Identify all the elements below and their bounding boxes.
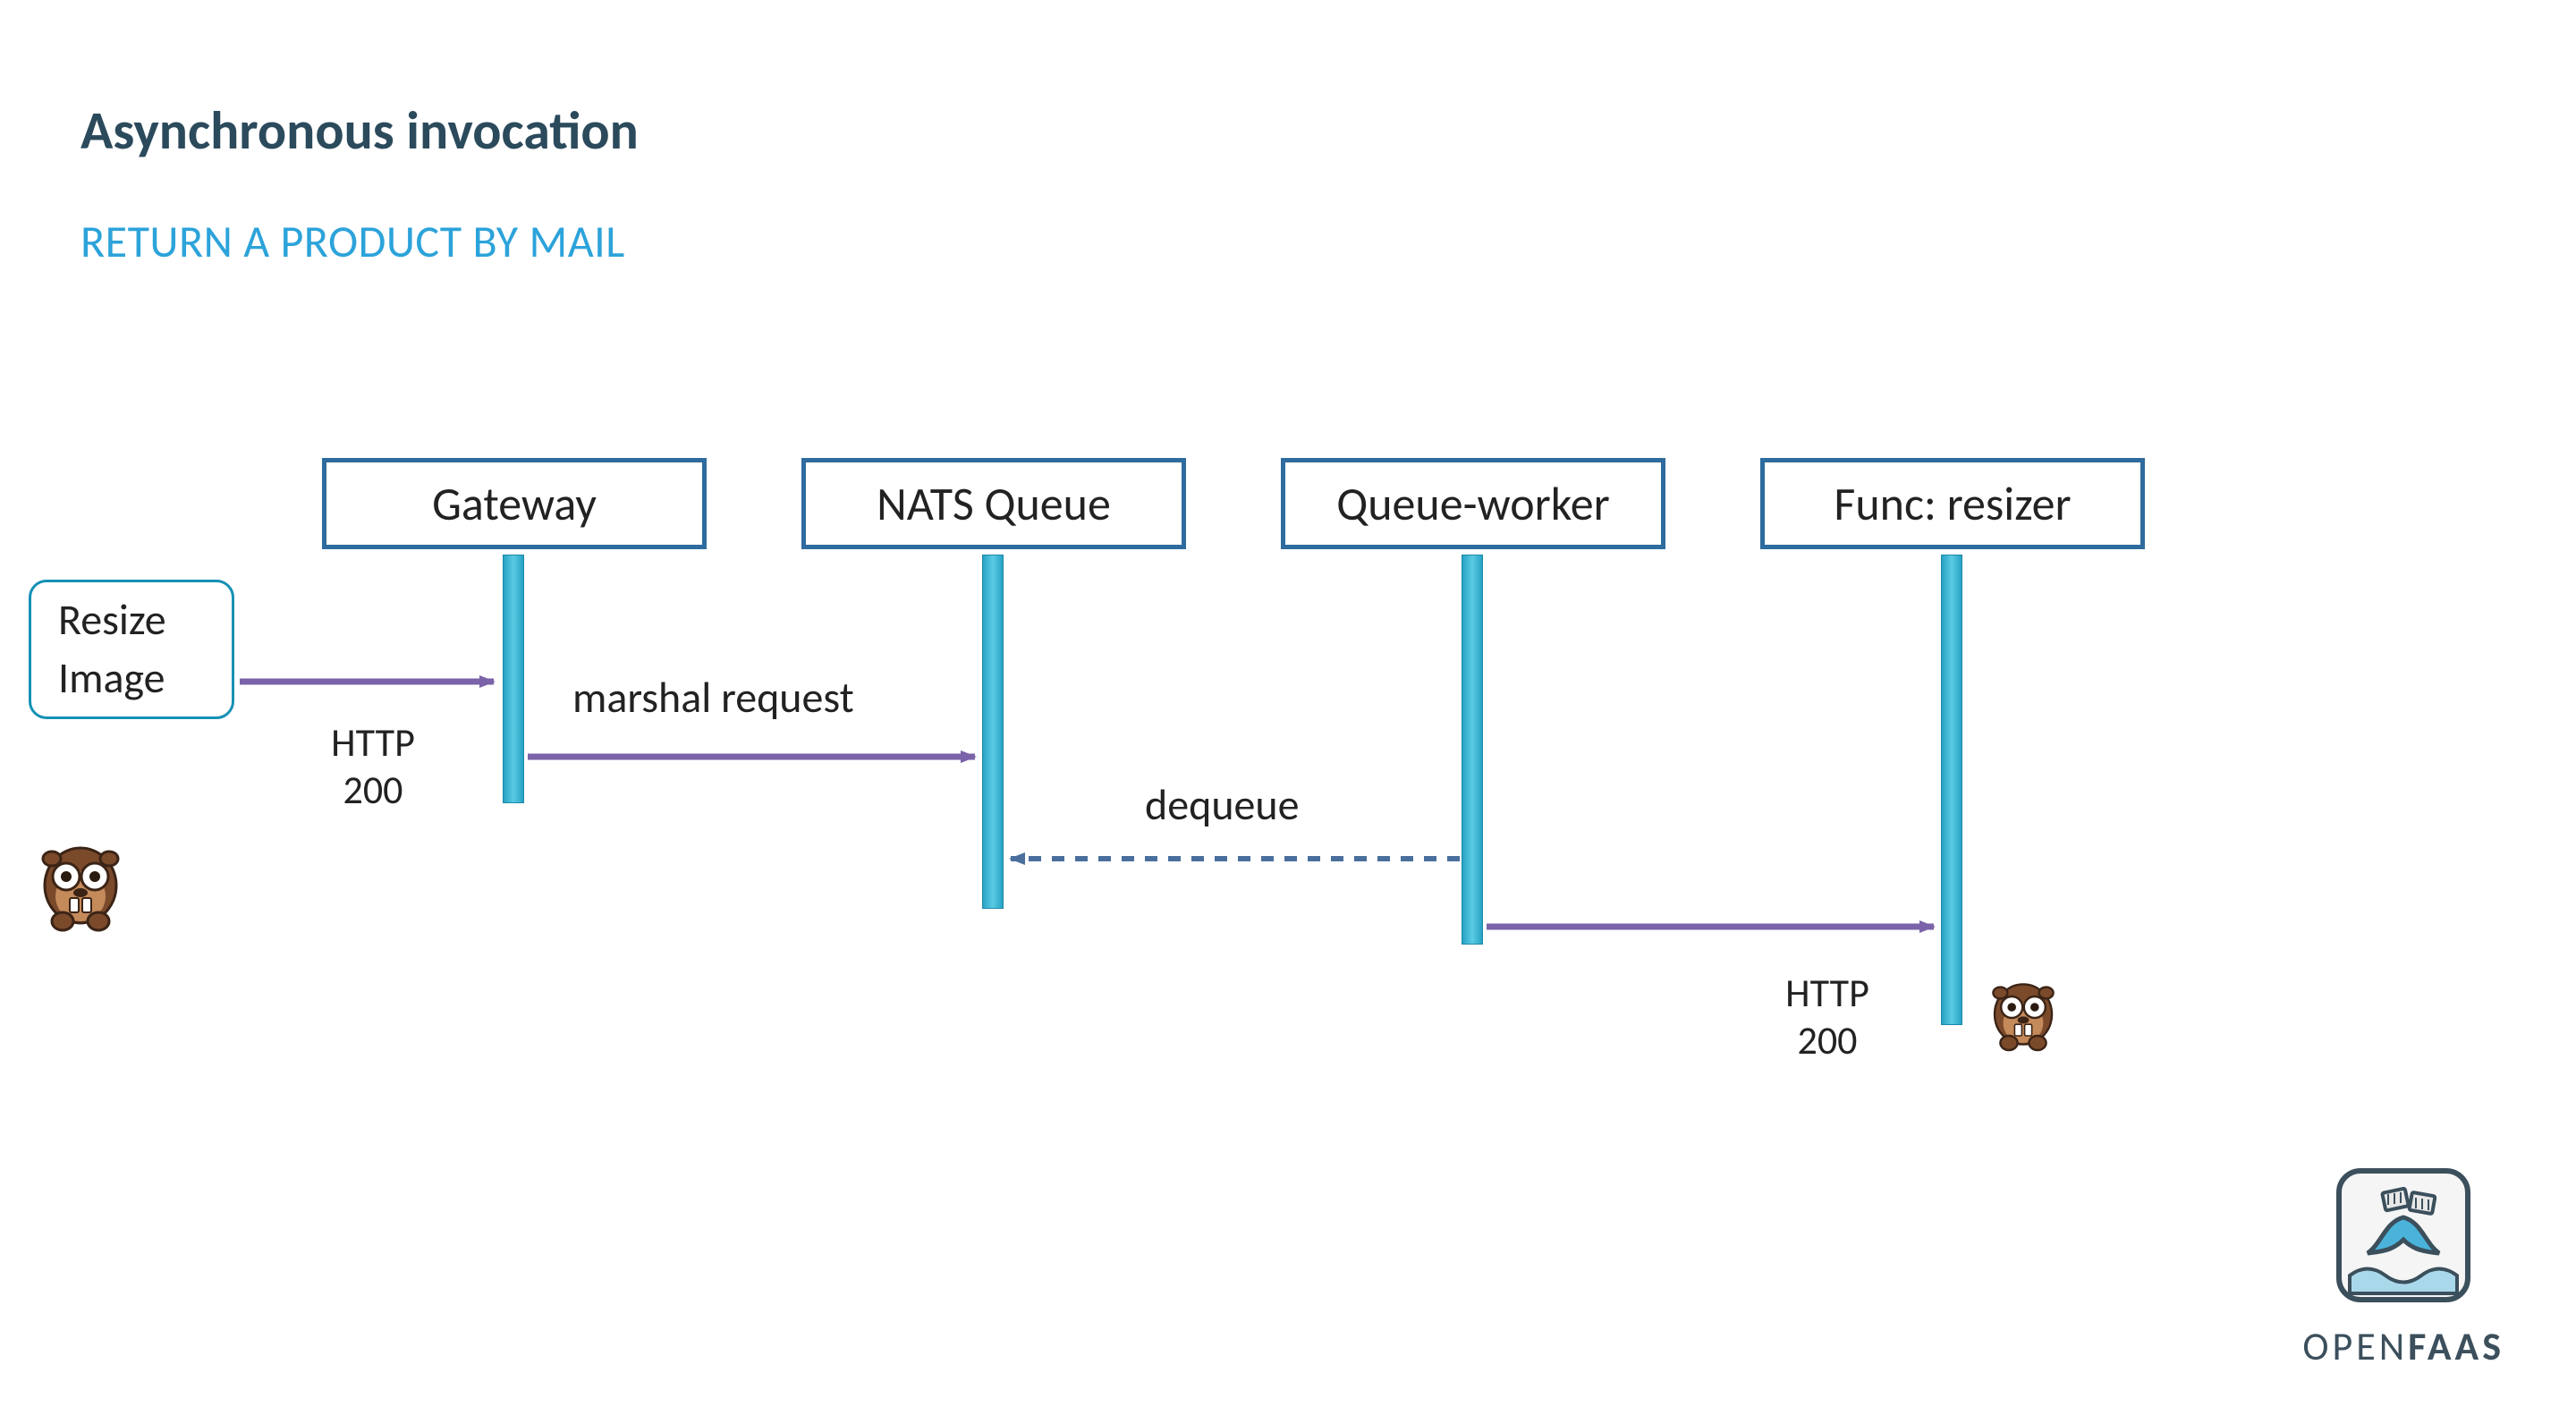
openfaas-logo-text: OPENFAAS [2302,1322,2504,1370]
label-http-left-line2: 200 [315,767,431,814]
label-http-left-line1: HTTP [315,719,431,767]
label-dequeue: dequeue [1145,778,1300,831]
label-marshal-request: marshal request [572,671,854,724]
logo-open: OPEN [2302,1322,2408,1370]
label-http-200-right: HTTP 200 [1769,970,1885,1064]
label-http-right-line2: 200 [1769,1017,1885,1064]
diagram-arrows [0,0,2576,1424]
openfaas-logo: OPENFAAS [2302,1164,2504,1370]
label-http-right-line1: HTTP [1769,970,1885,1017]
gopher-icon-right [1987,971,2059,1057]
label-http-200-left: HTTP 200 [315,719,431,814]
logo-faas: FAAS [2408,1322,2504,1370]
openfaas-logo-icon [2332,1164,2475,1307]
